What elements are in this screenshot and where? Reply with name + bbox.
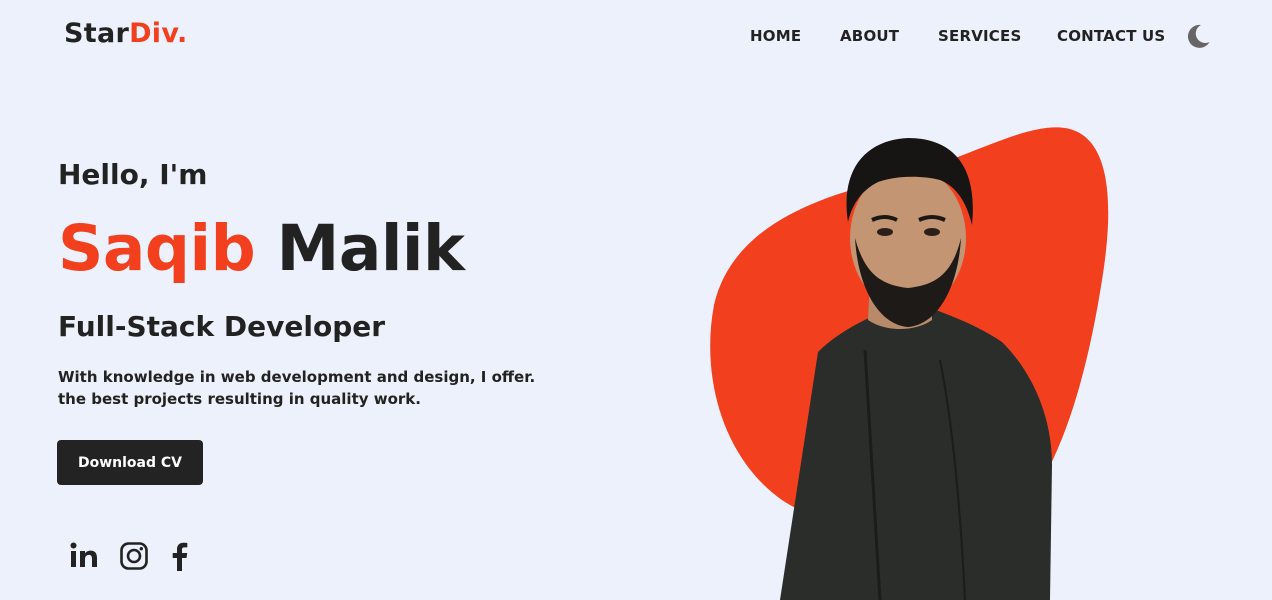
hero-description-line1: With knowledge in web development and de… — [58, 368, 536, 386]
hero-description: With knowledge in web development and de… — [58, 366, 578, 410]
hero-role: Full-Stack Developer — [58, 310, 386, 343]
hero-last-name: Malik — [276, 212, 465, 285]
hero-description-line2: the best projects resulting in quality w… — [58, 390, 421, 408]
hero-portrait — [710, 127, 1109, 600]
linkedin-icon[interactable] — [68, 540, 100, 572]
site-logo[interactable]: StarDiv. — [64, 18, 188, 49]
facebook-icon[interactable] — [164, 540, 196, 572]
nav-contact-us[interactable]: CONTACT US — [1057, 27, 1165, 45]
hero-greeting: Hello, I'm — [58, 158, 208, 191]
nav-about[interactable]: ABOUT — [840, 27, 899, 45]
nav-home[interactable]: HOME — [750, 27, 801, 45]
hero-name: Saqib Malik — [58, 212, 465, 285]
portfolio-page: StarDiv. HOME ABOUT SERVICES CONTACT US … — [0, 0, 1272, 600]
logo-accent-text: Div. — [129, 18, 188, 49]
moon-icon[interactable] — [1184, 22, 1212, 50]
nav-services[interactable]: SERVICES — [938, 27, 1021, 45]
instagram-icon[interactable] — [118, 540, 150, 572]
hero-first-name: Saqib — [58, 212, 256, 285]
logo-main-text: Star — [64, 18, 130, 49]
download-cv-button[interactable]: Download CV — [57, 440, 203, 485]
